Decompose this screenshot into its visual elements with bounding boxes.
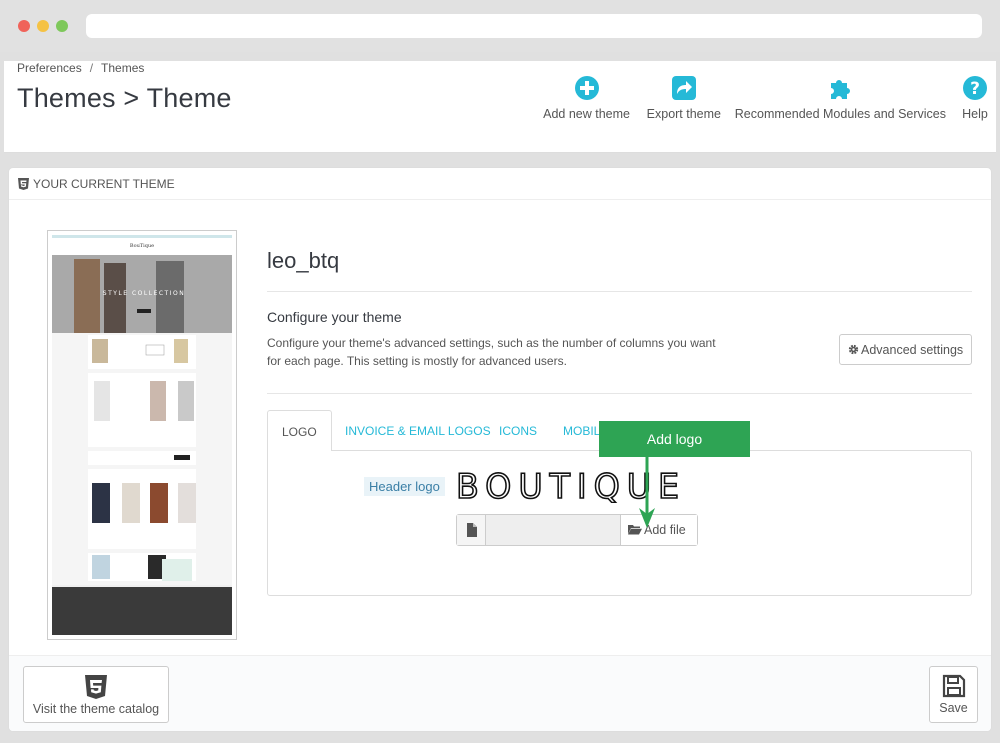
html5-icon [85,675,107,699]
close-window-dot[interactable] [18,20,30,32]
add-new-theme-label: Add new theme [543,107,630,121]
puzzle-icon [831,80,851,99]
export-theme-button[interactable]: Export theme [647,75,721,121]
theme-name: leo_btq [267,248,340,273]
tab-icons[interactable]: ICONS [499,410,537,451]
help-label: Help [962,107,988,121]
svg-text:?: ? [970,79,980,99]
current-theme-panel: YOUR CURRENT THEME BouTique STYLE COLLEC… [8,167,992,732]
breadcrumb-preferences[interactable]: Preferences [17,61,82,75]
callout-arrow-icon [639,456,655,528]
advanced-settings-label: Advanced settings [861,343,964,357]
visit-theme-catalog-button[interactable]: Visit the theme catalog [23,666,169,723]
question-circle-icon: ? [963,76,987,100]
save-button[interactable]: Save [929,666,978,723]
add-logo-callout: Add logo [599,421,750,457]
tab-mobile[interactable]: MOBIL [563,410,600,451]
address-bar[interactable] [86,14,982,38]
save-label: Save [939,701,968,715]
html5-icon [18,178,29,190]
plus-circle-icon [574,76,599,100]
file-upload-group: Add file [456,514,698,546]
share-icon [671,76,696,100]
floppy-disk-icon [942,674,965,698]
add-new-theme-button[interactable]: Add new theme [543,75,630,121]
gear-icon [848,344,859,355]
tab-invoice-email-logos[interactable]: INVOICE & EMAIL LOGOS [345,410,491,451]
preview-hero-text: STYLE COLLECTION [103,290,185,297]
page-header: Preferences / Themes Themes > Theme Add ne… [4,61,996,153]
theme-preview-image: BouTique STYLE COLLECTION [52,235,232,635]
preview-brand: BouTique [130,243,154,249]
panel-heading: YOUR CURRENT THEME [9,168,991,200]
breadcrumb: Preferences / Themes [17,61,144,75]
panel-footer: Visit the theme catalog Save [9,655,991,731]
tab-logo[interactable]: LOGO [267,410,332,451]
recommended-modules-label: Recommended Modules and Services [734,107,946,121]
browser-chrome [0,0,1000,52]
visit-theme-catalog-label: Visit the theme catalog [32,702,160,716]
theme-preview-illustration: BouTique STYLE COLLECTION [52,235,232,635]
configure-description: Configure your theme's advanced settings… [267,336,716,368]
advanced-settings-button[interactable]: Advanced settings [839,334,972,365]
breadcrumb-themes[interactable]: Themes [101,61,144,75]
file-path-input[interactable] [486,515,620,545]
header-logo-label: Header logo [364,477,445,496]
breadcrumb-separator: / [89,61,94,75]
divider [267,291,972,292]
logo-tab-content: Header logo BOUTIQUE Add file [267,450,972,596]
configure-title: Configure your theme [267,309,402,325]
recommended-modules-button[interactable]: Recommended Modules and Services [735,75,946,121]
page-title: Themes > Theme [17,83,232,113]
divider [267,393,972,394]
theme-preview-thumbnail: BouTique STYLE COLLECTION [47,230,237,640]
add-file-button[interactable]: Add file [620,515,697,545]
minimize-window-dot[interactable] [37,20,49,32]
panel-heading-text: YOUR CURRENT THEME [33,177,175,191]
file-addon [457,515,486,545]
help-button[interactable]: ? Help [962,75,988,121]
file-icon [467,523,477,537]
export-theme-label: Export theme [646,107,721,121]
maximize-window-dot[interactable] [56,20,68,32]
